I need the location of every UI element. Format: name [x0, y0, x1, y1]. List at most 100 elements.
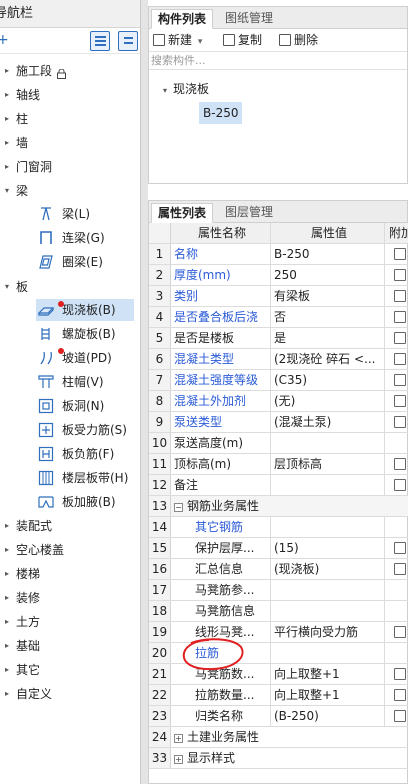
- tree-node-b250[interactable]: B-250: [199, 102, 243, 124]
- nav-sub-column-cap[interactable]: 柱帽(V): [36, 371, 134, 393]
- table-row[interactable]: 1 名称 B-250: [149, 244, 408, 265]
- table-row[interactable]: 6 混凝土类型 (2现浇砼 碎石 <...: [149, 349, 408, 370]
- expand-caret-icon[interactable]: ▸: [2, 133, 12, 153]
- property-value[interactable]: (15): [271, 538, 385, 558]
- nav-item-prefab[interactable]: ▸ 装配式: [0, 516, 140, 536]
- table-row[interactable]: 16 汇总信息 (现浇板): [149, 559, 408, 580]
- property-value[interactable]: [271, 475, 385, 495]
- expand-caret-icon[interactable]: ▸: [2, 516, 12, 536]
- attach-checkbox[interactable]: [394, 668, 406, 680]
- nav-item-beam[interactable]: ▾ 梁: [0, 181, 140, 201]
- nav-sub-slab-hole[interactable]: 板洞(N): [36, 395, 134, 417]
- table-row[interactable]: 24 + 土建业务属性: [149, 727, 408, 748]
- nav-item-stairs[interactable]: ▸ 楼梯: [0, 564, 140, 584]
- table-row[interactable]: 11 顶标高(m) 层顶标高: [149, 454, 408, 475]
- nav-item-earthwork[interactable]: ▸ 土方: [0, 612, 140, 632]
- property-value[interactable]: (C35): [271, 370, 385, 390]
- attach-checkbox[interactable]: [394, 689, 406, 701]
- nav-sub-slab-haunch[interactable]: 板加腋(B): [36, 491, 134, 513]
- collapse-group-icon[interactable]: −: [174, 503, 183, 512]
- property-value[interactable]: 是: [271, 328, 385, 348]
- table-row[interactable]: 13− 钢筋业务属性: [149, 496, 408, 517]
- table-row[interactable]: 5 是否是楼板是: [149, 328, 408, 349]
- property-value[interactable]: [271, 601, 385, 621]
- collapse-caret-icon[interactable]: ▾: [2, 181, 12, 201]
- attach-checkbox[interactable]: [394, 395, 406, 407]
- nav-item-custom[interactable]: ▸ 自定义: [0, 684, 140, 704]
- tab-component-list[interactable]: 构件列表: [151, 9, 214, 29]
- collapse-caret-icon[interactable]: ▾: [163, 86, 167, 95]
- property-value[interactable]: [271, 643, 385, 663]
- add-icon[interactable]: +: [0, 32, 9, 48]
- table-row[interactable]: 12 备注: [149, 475, 408, 496]
- property-value[interactable]: 向上取整+1: [271, 664, 385, 684]
- expand-group-icon[interactable]: +: [174, 755, 183, 764]
- nav-sub-floor-slab-strip[interactable]: 楼层板带(H): [36, 467, 134, 489]
- property-value[interactable]: 250: [271, 265, 385, 285]
- expand-caret-icon[interactable]: ▸: [2, 660, 12, 680]
- nav-sub-spiral-slab[interactable]: 螺旋板(B): [36, 323, 134, 345]
- nav-item-foundation[interactable]: ▸ 基础: [0, 636, 140, 656]
- table-row[interactable]: 8 混凝土外加剂 (无): [149, 391, 408, 412]
- nav-item-axis[interactable]: ▸ 轴线: [0, 85, 140, 105]
- attach-checkbox[interactable]: [394, 248, 406, 260]
- property-value[interactable]: 平行横向受力筋: [271, 622, 385, 642]
- nav-sub-slab-negative-rebar[interactable]: 板负筋(F): [36, 443, 134, 465]
- table-row[interactable]: 7 混凝土强度等级 (C35): [149, 370, 408, 391]
- nav-item-construction-section[interactable]: ▸ 施工段: [0, 61, 140, 81]
- table-row[interactable]: 10 泵送高度(m): [149, 433, 408, 454]
- nav-sub-ring-beam[interactable]: 圈梁(E): [36, 251, 134, 273]
- copy-button[interactable]: 复制: [223, 32, 262, 48]
- tab-layer-management[interactable]: 图层管理: [219, 203, 279, 223]
- tab-property-list[interactable]: 属性列表: [151, 203, 214, 223]
- table-row[interactable]: 20 拉筋: [149, 643, 408, 664]
- expand-caret-icon[interactable]: ▸: [2, 85, 12, 105]
- new-button[interactable]: 新建 ▾: [153, 32, 202, 50]
- nav-sub-cast-slab[interactable]: 现浇板(B): [36, 299, 134, 321]
- expand-caret-icon[interactable]: ▸: [2, 612, 12, 632]
- attach-checkbox[interactable]: [394, 332, 406, 344]
- property-value[interactable]: (B-250): [271, 706, 385, 726]
- expand-caret-icon[interactable]: ▸: [2, 684, 12, 704]
- attach-checkbox[interactable]: [394, 416, 406, 428]
- delete-button[interactable]: 删除: [279, 32, 318, 48]
- table-row[interactable]: 33 + 显示样式: [149, 748, 408, 769]
- property-value[interactable]: [271, 580, 385, 600]
- property-value[interactable]: (混凝土泵): [271, 412, 385, 432]
- nav-item-hollow-floor[interactable]: ▸ 空心楼盖: [0, 540, 140, 560]
- attach-checkbox[interactable]: [394, 458, 406, 470]
- nav-sub-coupling-beam[interactable]: 连梁(G): [36, 227, 134, 249]
- panel-splitter[interactable]: [141, 0, 148, 784]
- table-row[interactable]: 19 线形马凳... 平行横向受力筋: [149, 622, 408, 643]
- expand-caret-icon[interactable]: ▸: [2, 61, 12, 81]
- property-value[interactable]: (现浇板): [271, 559, 385, 579]
- expand-caret-icon[interactable]: ▸: [2, 540, 12, 560]
- table-row[interactable]: 3 类别 有梁板: [149, 286, 408, 307]
- table-row[interactable]: 18 马凳筋信息: [149, 601, 408, 622]
- property-value[interactable]: 否: [271, 307, 385, 327]
- attach-checkbox[interactable]: [394, 626, 406, 638]
- tab-drawing-management[interactable]: 图纸管理: [219, 9, 279, 29]
- table-row[interactable]: 2 厚度(mm) 250: [149, 265, 408, 286]
- attach-checkbox[interactable]: [394, 563, 406, 575]
- collapse-caret-icon[interactable]: ▾: [2, 277, 12, 297]
- property-value[interactable]: (无): [271, 391, 385, 411]
- search-input[interactable]: [149, 52, 407, 69]
- nav-item-slab[interactable]: ▾ 板: [0, 277, 140, 297]
- expand-caret-icon[interactable]: ▸: [2, 157, 12, 177]
- property-value[interactable]: 有梁板: [271, 286, 385, 306]
- attach-checkbox[interactable]: [394, 290, 406, 302]
- tree-node-cast-slab[interactable]: ▾ 现浇板: [163, 80, 209, 97]
- table-row[interactable]: 17 马凳筋参...: [149, 580, 408, 601]
- nav-item-column[interactable]: ▸ 柱: [0, 109, 140, 129]
- attach-checkbox[interactable]: [394, 311, 406, 323]
- property-value[interactable]: 向上取整+1: [271, 685, 385, 705]
- table-row[interactable]: 21 马凳筋数... 向上取整+1: [149, 664, 408, 685]
- expand-caret-icon[interactable]: ▸: [2, 109, 12, 129]
- expand-caret-icon[interactable]: ▸: [2, 564, 12, 584]
- attach-checkbox[interactable]: [394, 269, 406, 281]
- table-row[interactable]: 14 其它钢筋: [149, 517, 408, 538]
- expand-group-icon[interactable]: +: [174, 734, 183, 743]
- nav-sub-ramp[interactable]: 坡道(PD): [36, 347, 134, 369]
- detail-view-button[interactable]: [118, 31, 138, 51]
